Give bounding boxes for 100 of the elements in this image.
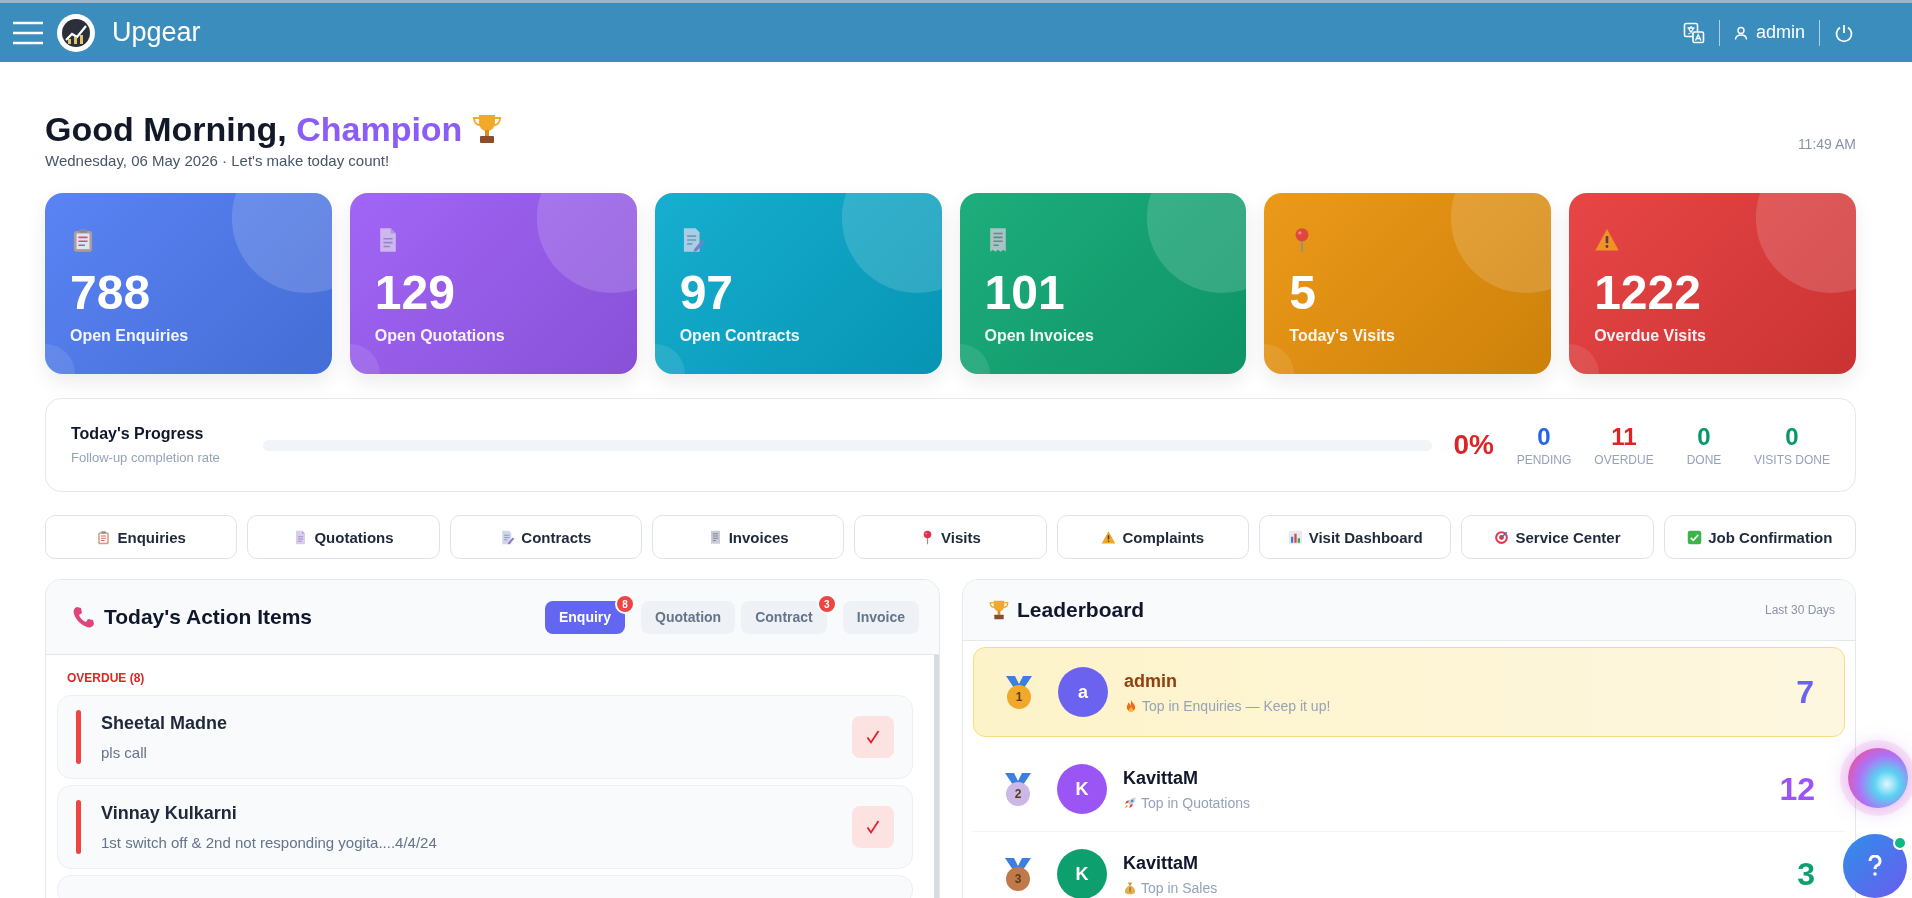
- stat-value: 97: [679, 265, 735, 321]
- nav-button[interactable]: Contracts: [449, 515, 642, 559]
- nav-button[interactable]: Visits: [854, 515, 1047, 559]
- score: 7: [1796, 673, 1814, 711]
- checkmark-icon: [865, 819, 881, 835]
- scrollbar[interactable]: [934, 655, 939, 898]
- count-label: DONE: [1685, 452, 1723, 467]
- date-line: Wednesday, 06 May 2026 · Let's make today count!: [45, 152, 391, 169]
- nav-button[interactable]: Service Center: [1461, 515, 1654, 559]
- count-badge: 8: [615, 594, 636, 614]
- rank-note: Top in Sales: [1141, 879, 1218, 896]
- progress-subtitle: Follow-up completion rate: [71, 450, 221, 465]
- stat-value: 1222: [1594, 265, 1702, 321]
- help-button[interactable]: [1843, 834, 1907, 898]
- count-value: 11: [1610, 423, 1638, 450]
- stat-value: 101: [984, 265, 1066, 321]
- clipboard-icon: [96, 529, 112, 545]
- panel-title: Today's Action Items: [104, 605, 313, 629]
- translate-icon[interactable]: [1682, 21, 1705, 44]
- rank-medal: 3: [1006, 866, 1030, 891]
- clock-time: 11:49 AM: [1797, 136, 1856, 152]
- power-icon[interactable]: [1834, 22, 1854, 43]
- stat-card[interactable]: 1222 Overdue Visits: [1569, 193, 1856, 374]
- warning-icon: [1594, 227, 1621, 253]
- item-note: pls call: [101, 744, 148, 761]
- action-item[interactable]: Sheetal Madne pls call: [57, 695, 913, 779]
- stat-label: Open Invoices: [984, 327, 1095, 345]
- trophy-icon: [472, 113, 503, 145]
- rank-note: Top in Enquiries — Keep it up!: [1142, 697, 1331, 714]
- logo-icon: [56, 12, 96, 53]
- count-label: VISITS DONE: [1754, 452, 1830, 467]
- count-badge: 3: [816, 594, 837, 614]
- stat-label: Open Enquiries: [70, 327, 190, 345]
- bar-chart-icon: [1287, 529, 1303, 545]
- nav-button[interactable]: Job Confirmation: [1663, 515, 1856, 559]
- count-value: 0: [1696, 423, 1712, 450]
- checkmark-icon: [865, 729, 881, 745]
- target-icon: [1494, 529, 1510, 545]
- filter-tab[interactable]: Quotation: [641, 600, 736, 634]
- nav-button[interactable]: Visit Dashboard: [1259, 515, 1452, 559]
- phone-icon: [72, 605, 96, 629]
- medal-ribbon-icon: [1004, 675, 1034, 688]
- count-label: OVERDUE: [1594, 452, 1654, 467]
- app-name: Upgear: [112, 17, 201, 48]
- action-item[interactable]: Vinnay Kulkarni 1st switch off & 2nd not responding yogita....4/4/24: [57, 785, 913, 869]
- document-pen-icon: [500, 529, 516, 545]
- leaderboard-row[interactable]: 2 K KavittaM Top in Quotations 12: [973, 747, 1845, 832]
- stat-label: Today's Visits: [1289, 327, 1396, 345]
- question-icon: [1867, 855, 1883, 877]
- leaderboard-row[interactable]: 3 K KavittaM Top in Sales 3: [973, 832, 1845, 898]
- user-name: KavittaM: [1123, 767, 1199, 789]
- nav-button[interactable]: Complaints: [1056, 515, 1249, 559]
- greeting-title: Good Morning, Champion: [45, 109, 463, 150]
- rank-medal: 2: [1006, 781, 1030, 806]
- complete-button[interactable]: [852, 806, 894, 848]
- section-label: OVERDUE (8): [67, 671, 146, 685]
- nav-button[interactable]: Quotations: [247, 515, 440, 559]
- item-note: 1st switch off & 2nd not responding yogita....4/4/24: [101, 834, 438, 851]
- stat-value: 129: [374, 265, 456, 321]
- stat-card[interactable]: 788 Open Enquiries: [45, 193, 332, 374]
- rank-medal: 1: [1007, 684, 1031, 709]
- warning-icon: [1101, 529, 1117, 545]
- leaderboard-row[interactable]: 1 a admin Top in Enquiries — Keep it up! 7: [973, 647, 1845, 737]
- contact-name: Vinnay Kulkarni: [101, 803, 238, 824]
- score: 3: [1797, 855, 1815, 893]
- stat-value: 5: [1289, 265, 1318, 321]
- avatar: a: [1058, 667, 1108, 717]
- progress-title: Today's Progress: [71, 425, 205, 443]
- filter-tab[interactable]: Invoice: [842, 600, 919, 634]
- user-name: KavittaM: [1123, 852, 1199, 874]
- flame-icon: [1124, 698, 1138, 713]
- period-label: Last 30 Days: [1764, 603, 1835, 617]
- score: 12: [1779, 770, 1815, 808]
- avatar: K: [1057, 764, 1107, 814]
- money-bag-icon: [1123, 880, 1137, 895]
- online-dot: [1893, 836, 1907, 850]
- user-name: admin: [1124, 670, 1178, 692]
- user-icon: [1733, 25, 1748, 40]
- stat-value: 788: [70, 265, 152, 321]
- contact-name: Sheetal Madne: [101, 713, 229, 734]
- panel-title: Leaderboard: [1017, 598, 1145, 622]
- count-label: PENDING: [1515, 452, 1573, 467]
- nav-button[interactable]: Invoices: [652, 515, 845, 559]
- stat-label: Overdue Visits: [1594, 327, 1707, 345]
- rocket-icon: [1123, 795, 1137, 810]
- count-value: 0: [1784, 423, 1800, 450]
- user-menu[interactable]: admin: [1733, 22, 1805, 43]
- complete-button[interactable]: [852, 716, 894, 758]
- count-value: 0: [1536, 423, 1552, 450]
- rank-note: Top in Quotations: [1141, 794, 1250, 811]
- progress-percent: 0%: [1453, 429, 1494, 461]
- nav-button[interactable]: Enquiries: [45, 515, 238, 559]
- checkbox-icon: [1687, 529, 1703, 545]
- assistant-orb[interactable]: [1848, 748, 1908, 808]
- medal-ribbon-icon: [1003, 772, 1033, 785]
- stat-label: Open Quotations: [374, 327, 506, 345]
- menu-icon[interactable]: [12, 20, 44, 45]
- stat-card[interactable]: 129 Open Quotations: [349, 193, 637, 374]
- trophy-icon: [989, 599, 1009, 621]
- avatar: K: [1057, 849, 1107, 898]
